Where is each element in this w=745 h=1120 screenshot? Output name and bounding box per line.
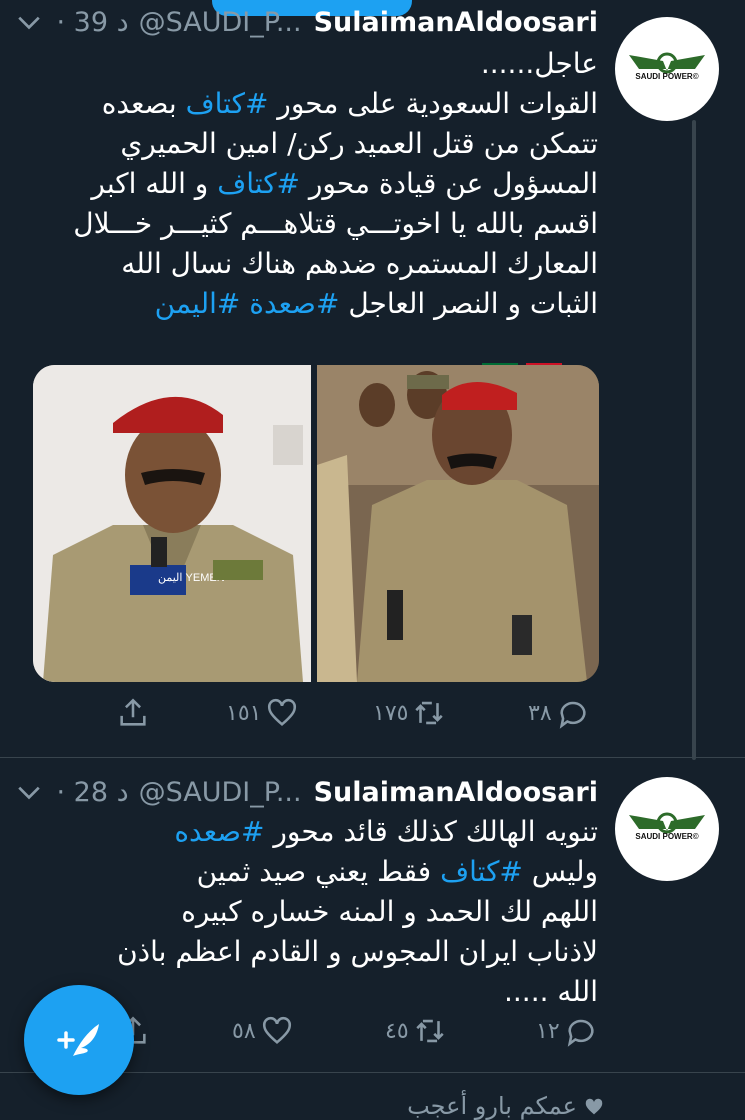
like-button[interactable]: ٥٨	[232, 1014, 294, 1048]
tweet-text-line: اللهم لك الحمد و المنه خساره كبيره	[28, 892, 598, 932]
tweet-text-segment: عاجل......	[480, 47, 598, 80]
like-button[interactable]: ١٥١	[226, 696, 299, 730]
reply-icon	[559, 701, 586, 729]
like-count: ٥٨	[232, 1018, 256, 1044]
retweet-count: ١٧٥	[373, 700, 409, 726]
tweet-emoji-flags	[28, 314, 598, 387]
thread-line	[692, 120, 696, 760]
hashtag-link[interactable]: #كتاف	[440, 855, 523, 888]
retweet-button[interactable]: ١٧٥	[373, 696, 446, 730]
reply-button[interactable]: ٣٨	[528, 696, 590, 730]
hashtag-link[interactable]: #كتاف	[217, 167, 300, 200]
tweet-text-segment: وليس	[522, 855, 598, 888]
tweet-time: · 28 د	[56, 776, 129, 808]
tweet-header: · 28 د @SAUDI_P... SulaimanAldoosari	[16, 772, 598, 812]
retweet-count: ٤٥	[385, 1018, 409, 1044]
tweet-author-name[interactable]: SulaimanAldoosari	[314, 7, 598, 38]
avatar[interactable]: SAUDI POWER©	[615, 777, 719, 881]
heart-icon	[585, 1098, 603, 1115]
tweet-text-segment: و الله اكبر	[91, 167, 218, 200]
tweet-text-line: وليس #كتاف فقط يعني صيد ثمين	[28, 852, 598, 892]
tweet-author-name[interactable]: SulaimanAldoosari	[314, 777, 598, 808]
tweet-text-segment: تنويه الهالك كذلك قائد محور	[264, 815, 598, 848]
tweet-text-line: المسؤول عن قيادة محور #كتاف و الله اكبر	[28, 164, 598, 204]
tweet-text-segment: اقسم بالله يا اخوتـــي قتلاهـــم كثيـــر…	[73, 207, 598, 240]
compose-tweet-button[interactable]	[24, 985, 134, 1095]
saudi-power-logo-icon: SAUDI POWER©	[629, 812, 705, 841]
tweet-handle[interactable]: @SAUDI_P...	[139, 777, 302, 808]
tweet-text: عاجل...... القوات السعودية على محور #كتاف…	[28, 44, 598, 324]
svg-text:SAUDI POWER©: SAUDI POWER©	[635, 832, 698, 841]
like-icon	[262, 1016, 291, 1045]
reply-icon	[567, 1019, 594, 1047]
tweet-time: · 39 د	[56, 6, 129, 38]
media-photo-right[interactable]	[317, 365, 599, 682]
tweet-text-segment: القوات السعودية على محور	[268, 87, 598, 120]
tweet-text-line: اقسم بالله يا اخوتـــي قتلاهـــم كثيـــر…	[28, 204, 598, 244]
tweet-text-segment: الله .....	[504, 975, 598, 1008]
tweet-divider	[0, 757, 745, 758]
tweet-media[interactable]: اليمن YEMEN	[33, 365, 599, 682]
svg-text:SAUDI POWER©: SAUDI POWER©	[635, 72, 698, 81]
chevron-down-icon[interactable]	[16, 779, 42, 805]
tweet-text-segment: بصعده	[101, 87, 186, 120]
tweet-text: تنويه الهالك كذلك قائد محور #صعده وليس #ك…	[28, 812, 598, 1012]
tweet-text-segment: اللهم لك الحمد و المنه خساره كبيره	[181, 895, 598, 928]
officer-field-photo-image	[317, 365, 599, 682]
tweet-text-segment: فقط يعني صيد ثمين	[196, 855, 441, 888]
liked-by-footer[interactable]: عمكم بارو أعجب	[407, 1092, 605, 1120]
tweet-text-line: تنويه الهالك كذلك قائد محور #صعده	[28, 812, 598, 852]
like-count: ١٥١	[226, 700, 262, 726]
hashtag-link[interactable]: #كتاف	[186, 87, 269, 120]
retweet-icon	[415, 1019, 444, 1043]
retweet-icon	[415, 701, 444, 725]
reply-button[interactable]: ١٢	[536, 1014, 598, 1048]
tweet-text-line: لاذناب ايران المجوس و القادم اعظم باذن	[28, 932, 598, 972]
share-icon	[120, 698, 146, 726]
share-button[interactable]	[116, 696, 150, 730]
tweet-actions: ٣٨ ١٧٥ ١٥١	[0, 696, 745, 736]
tweet-text-line: المعارك المستمره ضدهم هناك نسال الله	[28, 244, 598, 284]
reply-count: ١٢	[536, 1018, 560, 1044]
retweet-button[interactable]: ٤٥	[385, 1014, 447, 1048]
avatar[interactable]: SAUDI POWER©	[615, 17, 719, 121]
media-photo-left[interactable]: اليمن YEMEN	[33, 365, 311, 682]
liked-by-text: عمكم بارو أعجب	[407, 1092, 577, 1120]
hashtag-link[interactable]: #صعده	[174, 815, 264, 848]
like-icon	[268, 698, 297, 727]
chevron-down-icon[interactable]	[16, 9, 42, 35]
tweet-text-segment: المعارك المستمره ضدهم هناك نسال الله	[121, 247, 598, 280]
saudi-power-logo-icon: SAUDI POWER©	[629, 52, 705, 81]
tweet-text-segment: المسؤول عن قيادة محور	[300, 167, 598, 200]
tweet-text-line: القوات السعودية على محور #كتاف بصعده	[28, 84, 598, 124]
tweet-text-line: تتمكن من قتل العميد ركن/ امين الحميري	[28, 124, 598, 164]
reply-count: ٣٨	[528, 700, 552, 726]
tweet-text-segment: لاذناب ايران المجوس و القادم اعظم باذن	[117, 935, 598, 968]
tweet-handle[interactable]: @SAUDI_P...	[139, 7, 302, 38]
tweet-header: · 39 د @SAUDI_P... SulaimanAldoosari	[16, 2, 598, 42]
tweet-text-segment: تتمكن من قتل العميد ركن/ امين الحميري	[120, 127, 598, 160]
tweet-text-line: عاجل......	[28, 44, 598, 84]
officer-portrait-image: اليمن YEMEN	[33, 365, 311, 682]
compose-icon	[57, 1024, 99, 1056]
